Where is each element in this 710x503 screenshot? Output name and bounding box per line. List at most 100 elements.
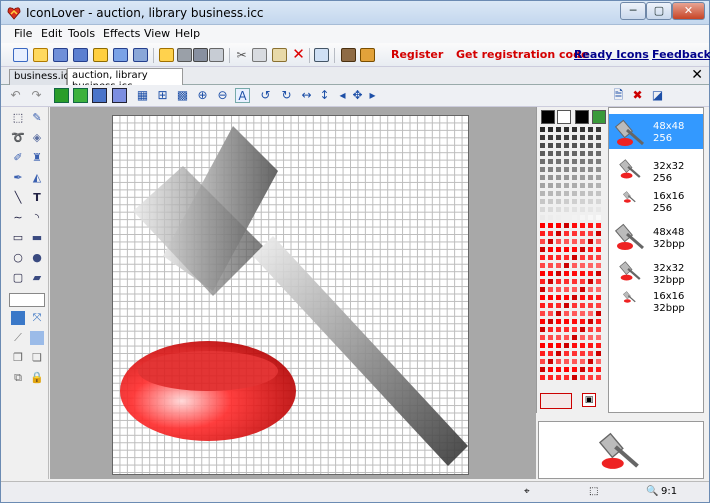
palette-color-cell[interactable] xyxy=(588,295,593,300)
rectangle-tool-icon[interactable]: ▭ xyxy=(11,231,25,245)
palette-color-cell[interactable] xyxy=(540,183,545,188)
palette-color-cell[interactable] xyxy=(556,271,561,276)
palette-color-cell[interactable] xyxy=(572,207,577,212)
palette-color-cell[interactable] xyxy=(548,135,553,140)
image-new-icon[interactable] xyxy=(54,88,69,103)
palette-color-cell[interactable] xyxy=(588,239,593,244)
lasso-icon[interactable]: ➰ xyxy=(11,131,25,145)
ready-icons-link[interactable]: Ready Icons xyxy=(574,48,649,61)
palette-color-cell[interactable] xyxy=(572,271,577,276)
palette-color-cell[interactable] xyxy=(540,207,545,212)
palette-color-cell[interactable] xyxy=(588,207,593,212)
palette-color-cell[interactable] xyxy=(580,271,585,276)
palette-color-cell[interactable] xyxy=(564,231,569,236)
palette-color-cell[interactable] xyxy=(588,191,593,196)
arc-tool-icon[interactable]: ◝ xyxy=(30,211,44,225)
palette-color-cell[interactable] xyxy=(564,367,569,372)
palette-color-cell[interactable] xyxy=(588,263,593,268)
palette-color-cell[interactable] xyxy=(588,311,593,316)
palette-color-cell[interactable] xyxy=(572,135,577,140)
palette-color-cell[interactable] xyxy=(548,319,553,324)
menu-help[interactable]: Help xyxy=(175,27,200,40)
eraser-icon[interactable]: ◈ xyxy=(30,131,44,145)
palette-color-cell[interactable] xyxy=(540,375,545,380)
cut-icon[interactable]: ✂ xyxy=(234,48,249,63)
palette-color-cell[interactable] xyxy=(588,359,593,364)
palette-color-cell[interactable] xyxy=(564,311,569,316)
palette-color-cell[interactable] xyxy=(596,183,601,188)
palette-color-cell[interactable] xyxy=(540,351,545,356)
library-icon[interactable] xyxy=(133,48,148,62)
flip-horizontal-icon[interactable]: ↔ xyxy=(299,88,314,103)
palette-color-cell[interactable] xyxy=(540,151,545,156)
palette-color-cell[interactable] xyxy=(572,215,577,220)
secondary-color-swatch[interactable] xyxy=(575,110,589,124)
palette-color-cell[interactable] xyxy=(548,143,553,148)
save-icon[interactable] xyxy=(53,48,68,62)
palette-color-cell[interactable] xyxy=(548,191,553,196)
palette-color-cell[interactable] xyxy=(548,263,553,268)
palette-color-cell[interactable] xyxy=(596,191,601,196)
get-registration-code-link[interactable]: Get registration code xyxy=(456,48,588,61)
palette-color-cell[interactable] xyxy=(580,199,585,204)
clone-icon[interactable]: ❐ xyxy=(11,351,25,365)
palette-color-cell[interactable] xyxy=(540,135,545,140)
palette-color-cell[interactable] xyxy=(572,263,577,268)
palette-color-cell[interactable] xyxy=(564,343,569,348)
palette-color-cell[interactable] xyxy=(548,207,553,212)
palette-color-cell[interactable] xyxy=(548,295,553,300)
palette-color-cell[interactable] xyxy=(548,279,553,284)
palette-color-cell[interactable] xyxy=(564,303,569,308)
palette-color-cell[interactable] xyxy=(556,255,561,260)
palette-color-cell[interactable] xyxy=(564,255,569,260)
palette-color-cell[interactable] xyxy=(540,191,545,196)
palette-color-cell[interactable] xyxy=(564,351,569,356)
palette-color-cell[interactable] xyxy=(580,335,585,340)
palette-color-cell[interactable] xyxy=(580,223,585,228)
palette-color-cell[interactable] xyxy=(556,191,561,196)
palette-color-cell[interactable] xyxy=(588,175,593,180)
palette-color-cell[interactable] xyxy=(596,239,601,244)
save-as-icon[interactable] xyxy=(73,48,88,62)
palette-color-cell[interactable] xyxy=(556,135,561,140)
palette-color-cell[interactable] xyxy=(580,375,585,380)
brush-icon[interactable]: ✐ xyxy=(11,151,25,165)
open-icon[interactable] xyxy=(33,48,48,62)
palette-color-cell[interactable] xyxy=(572,375,577,380)
lock-icon[interactable]: 🔒 xyxy=(30,371,44,385)
palette-color-cell[interactable] xyxy=(596,135,601,140)
palette-color-cell[interactable] xyxy=(588,199,593,204)
palette-color-cell[interactable] xyxy=(572,167,577,172)
palette-color-cell[interactable] xyxy=(548,367,553,372)
palette-color-cell[interactable] xyxy=(564,319,569,324)
rotate-left-icon[interactable]: ↺ xyxy=(258,88,273,103)
palette-color-cell[interactable] xyxy=(572,279,577,284)
print-icon[interactable] xyxy=(177,48,192,62)
palette-color-cell[interactable] xyxy=(564,223,569,228)
palette-color-cell[interactable] xyxy=(572,303,577,308)
palette-color-cell[interactable] xyxy=(596,351,601,356)
palette-color-cell[interactable] xyxy=(540,319,545,324)
palette-color-cell[interactable] xyxy=(580,167,585,172)
palette-color-cell[interactable] xyxy=(540,327,545,332)
palette-color-cell[interactable] xyxy=(556,143,561,148)
palette-color-cell[interactable] xyxy=(548,335,553,340)
scan-icon[interactable] xyxy=(209,48,224,62)
palette-color-cell[interactable] xyxy=(596,279,601,284)
palette-color-cell[interactable] xyxy=(564,239,569,244)
palette-color-cell[interactable] xyxy=(572,295,577,300)
palette-swatches[interactable] xyxy=(540,127,606,389)
line-width-selector[interactable] xyxy=(9,293,45,307)
palette-color-cell[interactable] xyxy=(540,287,545,292)
menu-tools[interactable]: Tools xyxy=(68,27,95,40)
palette-color-cell[interactable] xyxy=(572,183,577,188)
palette-color-cell[interactable] xyxy=(540,255,545,260)
filled-rounded-rect-tool-icon[interactable]: ▰ xyxy=(30,271,44,285)
flip-vertical-icon[interactable]: ↕ xyxy=(317,88,332,103)
palette-color-cell[interactable] xyxy=(596,159,601,164)
zoom-in-icon[interactable]: ⊕ xyxy=(195,88,210,103)
palette-color-cell[interactable] xyxy=(596,127,601,132)
library-manager-icon[interactable] xyxy=(341,48,356,62)
palette-color-cell[interactable] xyxy=(556,335,561,340)
palette-color-cell[interactable] xyxy=(572,199,577,204)
